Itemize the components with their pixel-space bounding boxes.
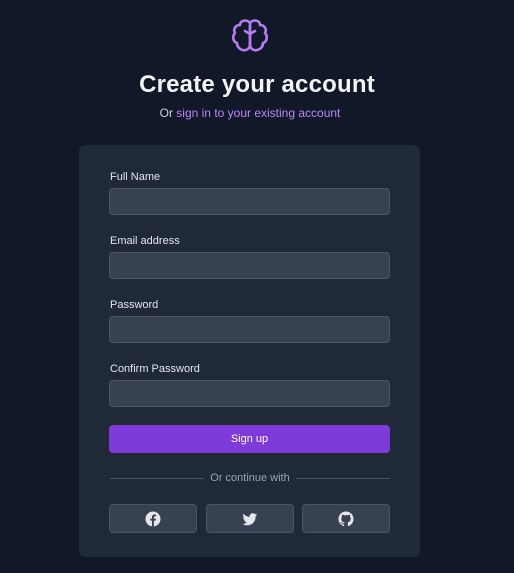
subtitle-prefix: Or	[159, 106, 173, 120]
full-name-label: Full Name	[110, 171, 161, 183]
sign-in-link[interactable]: sign in to your existing account	[176, 106, 340, 120]
sign-up-button[interactable]: Sign up	[109, 425, 390, 453]
github-button[interactable]	[302, 504, 390, 533]
facebook-icon	[145, 511, 161, 526]
full-name-input[interactable]	[109, 188, 390, 215]
divider-text: Or continue with	[210, 472, 290, 484]
page-title: Create your account	[139, 71, 375, 98]
brain-icon	[231, 19, 269, 52]
confirm-password-input[interactable]	[109, 380, 390, 407]
facebook-button[interactable]	[109, 504, 197, 533]
password-input[interactable]	[109, 316, 390, 343]
divider-line-left	[110, 478, 204, 479]
email-label: Email address	[110, 235, 180, 247]
divider-line-right	[296, 478, 390, 479]
github-icon	[338, 511, 354, 526]
password-label: Password	[110, 299, 159, 311]
email-input[interactable]	[109, 252, 390, 279]
subtitle: Or sign in to your existing account	[0, 106, 500, 120]
twitter-button[interactable]	[206, 504, 294, 533]
confirm-password-label: Confirm Password	[110, 363, 200, 375]
twitter-icon	[242, 512, 257, 525]
